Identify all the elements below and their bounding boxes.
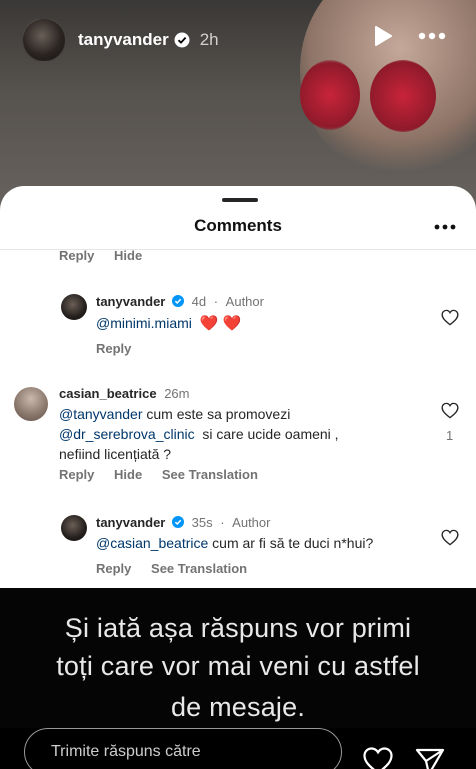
- verified-badge-icon: [172, 516, 184, 528]
- see-translation-button[interactable]: See Translation: [162, 467, 258, 482]
- like-count: 1: [446, 428, 454, 443]
- reply-button[interactable]: Reply: [59, 467, 94, 482]
- comment-username[interactable]: tanyvander: [96, 515, 165, 530]
- comment-text: cum ar fi să te duci n*hui?: [208, 535, 374, 551]
- send-icon[interactable]: [414, 746, 446, 769]
- see-translation-button[interactable]: See Translation: [151, 561, 247, 576]
- more-horizontal-icon[interactable]: [418, 28, 446, 44]
- comment-header: tanyvander 4d · Author: [96, 294, 264, 309]
- play-icon[interactable]: [372, 25, 394, 47]
- verified-badge-icon: [172, 295, 184, 307]
- comment-mention[interactable]: @tanyvander: [59, 406, 142, 422]
- author-label: Author: [225, 294, 264, 309]
- comment-header: tanyvander 35s · Author: [96, 515, 271, 530]
- comment-avatar[interactable]: [61, 294, 87, 320]
- like-heart-icon[interactable]: [441, 309, 459, 326]
- story-avatar[interactable]: [22, 18, 66, 62]
- comment-actions: Reply: [96, 341, 147, 356]
- comment-mention[interactable]: @casian_beatrice: [96, 535, 208, 551]
- story-caption-line: de mesaje.: [170, 692, 306, 722]
- comment-body: @tanyvander cum este sa promovezi @dr_se…: [59, 404, 339, 464]
- hide-button[interactable]: Hide: [114, 248, 142, 263]
- author-label: Author: [232, 515, 271, 530]
- comment-username[interactable]: casian_beatrice: [59, 386, 157, 401]
- comment-body: @casian_beatrice cum ar fi să te duci n*…: [96, 533, 373, 553]
- comment-text: si care ucide oameni ,: [194, 426, 339, 442]
- comment-avatar[interactable]: [61, 515, 87, 541]
- reply-button[interactable]: Reply: [59, 248, 94, 263]
- hide-button[interactable]: Hide: [114, 467, 142, 482]
- story-header: tanyvander 2h: [0, 0, 476, 80]
- like-heart-icon[interactable]: [441, 402, 459, 419]
- reply-button[interactable]: Reply: [96, 561, 131, 576]
- comment-header: casian_beatrice 26m: [59, 386, 190, 401]
- story-time: 2h: [199, 30, 219, 49]
- sheet-title: Comments: [194, 216, 282, 235]
- sheet-more-icon[interactable]: [434, 224, 456, 230]
- story-caption-line: toți care vor mai veni cu astfel: [56, 651, 420, 681]
- reply-input[interactable]: [24, 728, 342, 769]
- comment-actions: Reply Hide See Translation: [59, 467, 274, 482]
- previous-comment-actions: Reply Hide: [59, 248, 158, 263]
- comment-time: 26m: [164, 386, 190, 401]
- comment-avatar[interactable]: [14, 387, 48, 421]
- comment-time: 4d: [191, 294, 207, 309]
- reply-button[interactable]: Reply: [96, 341, 131, 356]
- comment-username[interactable]: tanyvander: [96, 294, 165, 309]
- comment-mention[interactable]: @dr_serebrova_clinic: [59, 426, 195, 442]
- comment-body: @minimi.miami ❤️ ❤️: [96, 313, 241, 334]
- comment-text: cum este sa promovezi: [142, 406, 291, 422]
- story-caption-line: Și iată așa răspuns vor primi: [64, 613, 412, 643]
- comment-text: nefiind licențiată ?: [59, 446, 172, 462]
- comment-mention[interactable]: @minimi.miami: [96, 315, 192, 331]
- comment-time: 35s: [191, 515, 213, 530]
- heart-icon[interactable]: [362, 746, 394, 769]
- heart-emojis: ❤️ ❤️: [199, 315, 242, 332]
- sheet-drag-handle[interactable]: [222, 198, 258, 202]
- comment-actions: Reply See Translation: [96, 561, 263, 576]
- like-heart-icon[interactable]: [441, 529, 459, 546]
- verified-badge-icon: [174, 32, 190, 48]
- story-username[interactable]: tanyvander: [78, 30, 169, 50]
